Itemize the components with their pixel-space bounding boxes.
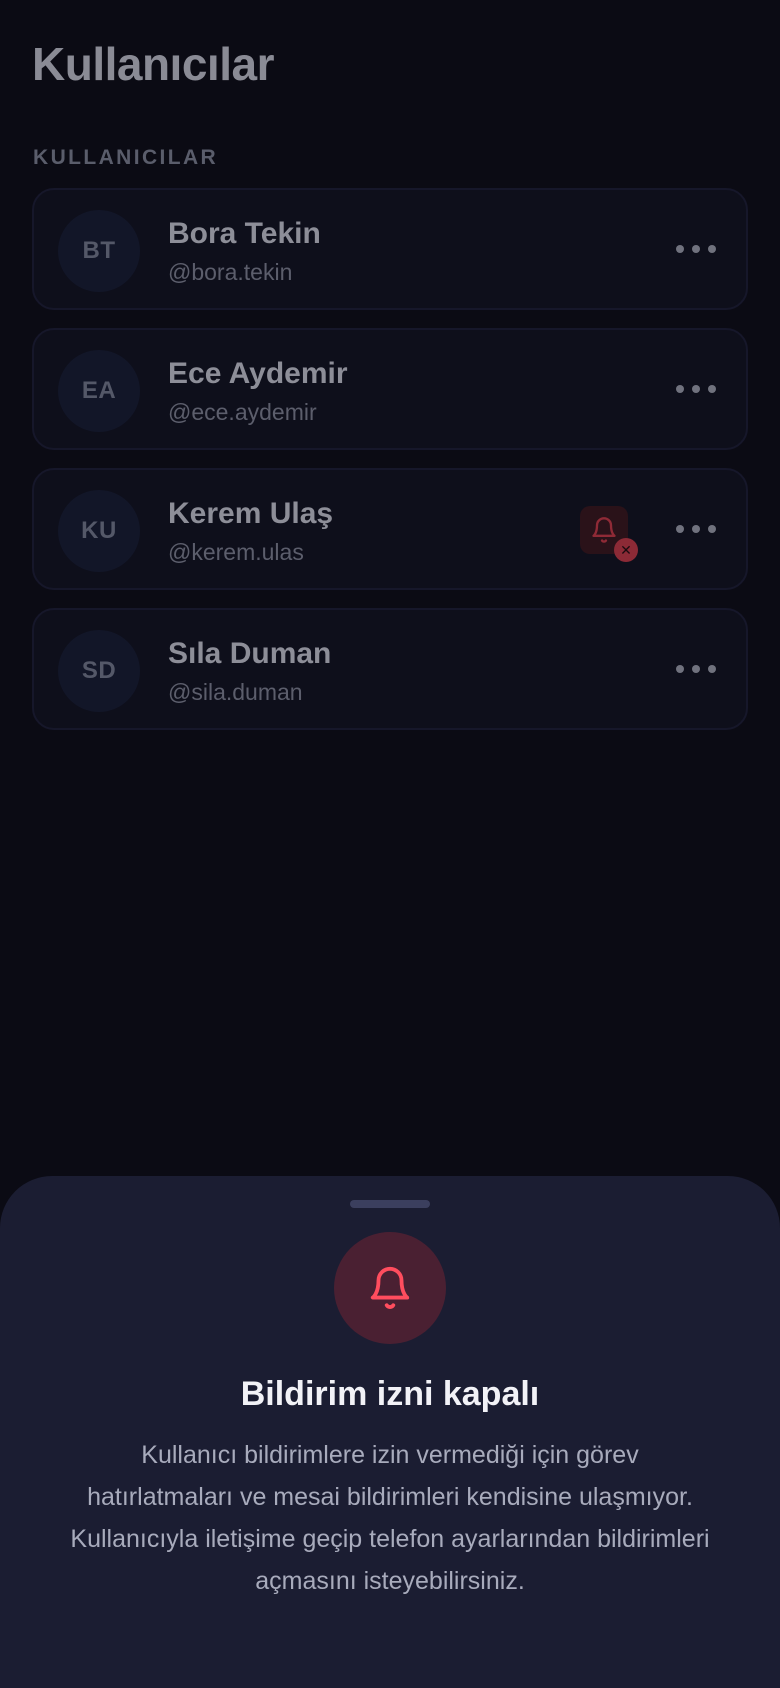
user-handle: @kerem.ulas <box>168 539 304 565</box>
avatar: SD <box>58 630 140 712</box>
close-icon: ✕ <box>614 538 638 562</box>
section-label: KULLANICILAR <box>33 146 219 169</box>
user-name: Bora Tekin <box>168 217 321 250</box>
more-horizontal-icon <box>676 385 684 393</box>
user-name: Ece Aydemir <box>168 357 348 390</box>
bell-off-icon <box>592 517 616 543</box>
user-card-sila-duman[interactable]: SD Sıla Duman @sila.duman <box>32 608 748 730</box>
avatar: EA <box>58 350 140 432</box>
bell-icon <box>370 1267 410 1309</box>
more-horizontal-icon <box>676 245 684 253</box>
user-handle: @ece.aydemir <box>168 399 317 425</box>
user-card-bora-tekin[interactable]: BT Bora Tekin @bora.tekin <box>32 188 748 310</box>
sheet-icon-circle <box>334 1232 446 1344</box>
page-title: Kullanıcılar <box>32 38 274 90</box>
more-options-button[interactable] <box>676 234 716 264</box>
more-horizontal-icon <box>676 525 684 533</box>
more-options-button[interactable] <box>676 654 716 684</box>
user-name: Kerem Ulaş <box>168 497 334 530</box>
more-options-button[interactable] <box>676 374 716 404</box>
user-handle: @sila.duman <box>168 679 303 705</box>
sheet-title: Bildirim izni kapalı <box>240 1375 540 1413</box>
user-card-ece-aydemir[interactable]: EA Ece Aydemir @ece.aydemir <box>32 328 748 450</box>
sheet-grabber-handle[interactable] <box>350 1200 430 1208</box>
user-list: BT Bora Tekin @bora.tekin EA Ece Aydemir… <box>32 188 748 748</box>
notification-blocked-badge[interactable]: ✕ <box>580 506 638 562</box>
avatar: KU <box>58 490 140 572</box>
avatar: BT <box>58 210 140 292</box>
more-options-button[interactable] <box>676 514 716 544</box>
sheet-description: Kullanıcı bildirimlere izin vermediği iç… <box>70 1441 710 1595</box>
more-horizontal-icon <box>676 665 684 673</box>
user-name: Sıla Duman <box>168 637 332 670</box>
notification-permission-sheet: Bildirim izni kapalı Kullanıcı bildiriml… <box>0 1176 780 1688</box>
user-handle: @bora.tekin <box>168 259 293 285</box>
user-card-kerem-ulas[interactable]: KU Kerem Ulaş @kerem.ulas ✕ <box>32 468 748 590</box>
